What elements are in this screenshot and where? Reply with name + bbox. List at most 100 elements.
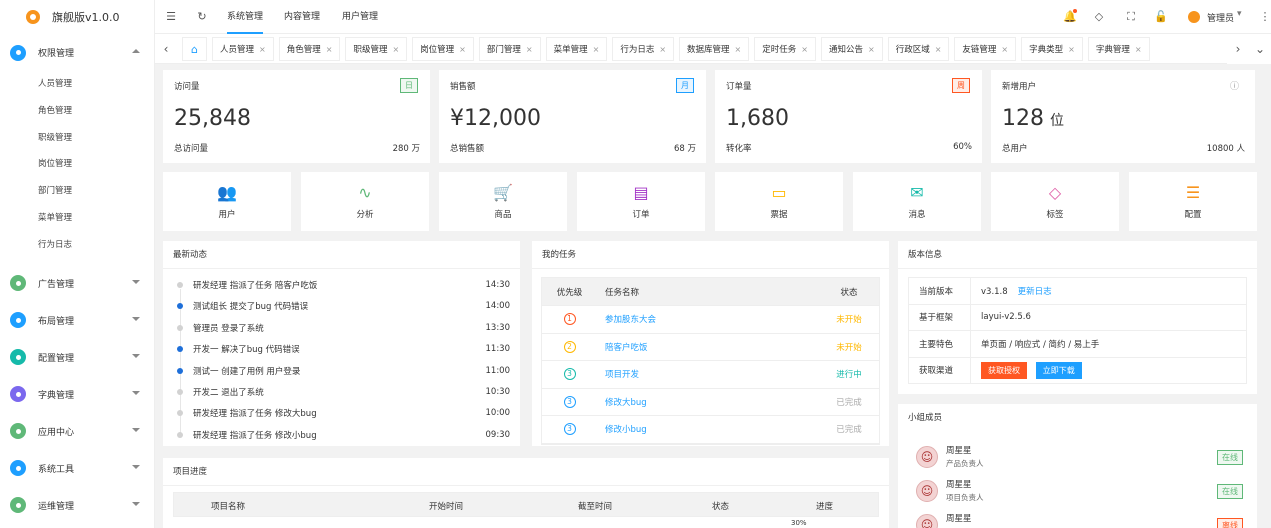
- tabs-menu-icon[interactable]: ⌄: [1249, 34, 1271, 64]
- user-avatar[interactable]: [1188, 11, 1200, 23]
- chevron-down-icon[interactable]: ▾: [1237, 9, 1242, 19]
- tabs-right-arrow-icon[interactable]: ›: [1227, 34, 1249, 64]
- quick-entry[interactable]: ▤ 订单: [577, 172, 705, 231]
- quick-entry[interactable]: 👥 用户: [163, 172, 291, 231]
- tabs-left-arrow-icon[interactable]: ‹: [155, 34, 177, 64]
- tab-system[interactable]: 系统管理: [227, 0, 264, 34]
- sidebar-group-label: 应用中心: [38, 427, 75, 438]
- user-name[interactable]: 管理员: [1207, 11, 1234, 24]
- task-name-link[interactable]: 参加股东大会: [597, 305, 819, 334]
- sidebar-group[interactable]: 广告管理: [0, 265, 154, 302]
- task-name-link[interactable]: 修改小bug: [597, 415, 819, 444]
- col-status: 状态: [819, 278, 879, 306]
- close-icon[interactable]: ×: [801, 45, 808, 54]
- close-icon[interactable]: ×: [326, 45, 333, 54]
- task-name-link[interactable]: 修改大bug: [597, 388, 819, 416]
- quick-entry[interactable]: ∿ 分析: [301, 172, 429, 231]
- sidebar-group[interactable]: 系统工具: [0, 450, 154, 487]
- task-status: 已完成: [819, 415, 879, 444]
- task-name-link[interactable]: 陪客户吃饭: [597, 333, 819, 361]
- member-item: ☺ 周星星 离线: [916, 510, 1243, 528]
- page-tab[interactable]: 行为日志 ×: [612, 37, 675, 61]
- close-icon[interactable]: ×: [1135, 45, 1142, 54]
- channel-label: 获取渠道: [908, 356, 971, 384]
- sidebar-item[interactable]: 行为日志: [0, 232, 154, 259]
- stat-unit: 位: [1050, 113, 1064, 129]
- page-tab[interactable]: 数据库管理 ×: [679, 37, 750, 61]
- quick-entry-label: 标签: [1046, 210, 1064, 220]
- close-icon[interactable]: ×: [259, 45, 266, 54]
- close-icon[interactable]: ×: [1001, 45, 1008, 54]
- page-tab[interactable]: 字典类型 ×: [1021, 37, 1083, 61]
- fullscreen-icon[interactable]: ⛶: [1124, 10, 1138, 24]
- page-tab[interactable]: 职级管理 ×: [345, 37, 408, 61]
- quick-entry[interactable]: ☰ 配置: [1129, 172, 1257, 231]
- quick-entry-label: 配置: [1184, 210, 1202, 220]
- task-status: 进行中: [819, 360, 879, 389]
- page-tab[interactable]: 行政区域 ×: [887, 37, 950, 61]
- sidebar-group[interactable]: 运维管理: [0, 487, 154, 524]
- quick-entry[interactable]: ✉ 消息: [853, 172, 981, 231]
- activity-item: 开发二 退出了系统 10:30: [177, 386, 510, 398]
- tag-icon[interactable]: ◇: [1092, 10, 1106, 24]
- sidebar-item[interactable]: 岗位管理: [0, 151, 154, 178]
- version-label: 当前版本: [908, 277, 971, 305]
- close-icon[interactable]: ×: [526, 45, 533, 54]
- close-icon[interactable]: ×: [659, 45, 666, 54]
- chevron-down-icon: [132, 316, 140, 321]
- task-name-link[interactable]: 项目开发: [597, 360, 819, 389]
- tab-content[interactable]: 内容管理: [284, 0, 320, 34]
- app-logo[interactable]: 旗舰版v1.0.0: [0, 0, 154, 34]
- sidebar-item[interactable]: 角色管理: [0, 98, 154, 125]
- quick-entry[interactable]: ▭ 票据: [715, 172, 843, 231]
- table-row: 3 修改小bug 已完成: [542, 415, 879, 444]
- progress-panel: 项目进度 项目名称 开始时间 截至时间 状态 进度 30%: [163, 458, 889, 528]
- stat-value-wrap: 25,848: [174, 106, 257, 131]
- page-tab[interactable]: 部门管理 ×: [478, 37, 541, 61]
- sidebar-group-label: 字典管理: [38, 390, 75, 401]
- close-icon[interactable]: ×: [735, 45, 742, 54]
- chevron-down-icon: [132, 279, 140, 284]
- menu-toggle-icon[interactable]: ☰: [164, 10, 178, 24]
- close-icon[interactable]: ×: [868, 45, 875, 54]
- changelog-link[interactable]: 更新日志: [1018, 287, 1052, 297]
- sidebar-group[interactable]: 权限管理: [0, 34, 154, 71]
- close-icon[interactable]: ×: [1068, 45, 1075, 54]
- page-tab[interactable]: 定时任务 ×: [754, 37, 816, 61]
- refresh-icon[interactable]: ↻: [195, 10, 209, 24]
- status-badge: 离线: [1217, 518, 1243, 528]
- stat-card: 订单量 周 1,680 转化率 60%: [715, 70, 982, 163]
- stat-foot-label: 总销售额: [450, 144, 485, 154]
- page-tab[interactable]: 菜单管理 ×: [545, 37, 608, 61]
- quick-entry[interactable]: ◇ 标签: [991, 172, 1119, 231]
- close-icon[interactable]: ×: [593, 45, 600, 54]
- stat-foot-label: 总访问量: [174, 144, 209, 154]
- lock-icon[interactable]: 🔓: [1154, 10, 1168, 24]
- sidebar-item[interactable]: 部门管理: [0, 178, 154, 205]
- sidebar-item[interactable]: 职级管理: [0, 125, 154, 152]
- page-tab[interactable]: 友链管理 ×: [954, 37, 1017, 61]
- close-icon[interactable]: ×: [935, 45, 942, 54]
- sidebar-item[interactable]: 菜单管理: [0, 205, 154, 232]
- home-icon[interactable]: ⌂: [182, 37, 207, 61]
- page-tab[interactable]: 岗位管理 ×: [412, 37, 474, 61]
- page-tab[interactable]: 角色管理 ×: [278, 37, 341, 61]
- quick-entry-label: 分析: [356, 210, 374, 220]
- page-tab[interactable]: 人员管理 ×: [212, 37, 274, 61]
- sidebar-group[interactable]: 布局管理: [0, 302, 154, 339]
- sidebar-group[interactable]: 配置管理: [0, 339, 154, 376]
- close-icon[interactable]: ×: [459, 45, 466, 54]
- quick-entry[interactable]: 🛒 商品: [439, 172, 567, 231]
- download-button[interactable]: 立即下载: [1035, 361, 1082, 379]
- page-tab[interactable]: 字典管理 ×: [1087, 37, 1150, 61]
- sidebar-group[interactable]: 字典管理: [0, 376, 154, 413]
- sidebar-item[interactable]: 人员管理: [0, 71, 154, 98]
- more-icon[interactable]: ⋮: [1258, 10, 1271, 24]
- task-status: 未开始: [819, 305, 879, 334]
- page-tab-label: 行为日志: [620, 45, 655, 55]
- tab-users[interactable]: 用户管理: [342, 0, 378, 34]
- sidebar-group[interactable]: 应用中心: [0, 413, 154, 450]
- get-license-button[interactable]: 获取授权: [981, 361, 1027, 379]
- page-tab[interactable]: 通知公告 ×: [820, 37, 883, 61]
- close-icon[interactable]: ×: [392, 45, 399, 54]
